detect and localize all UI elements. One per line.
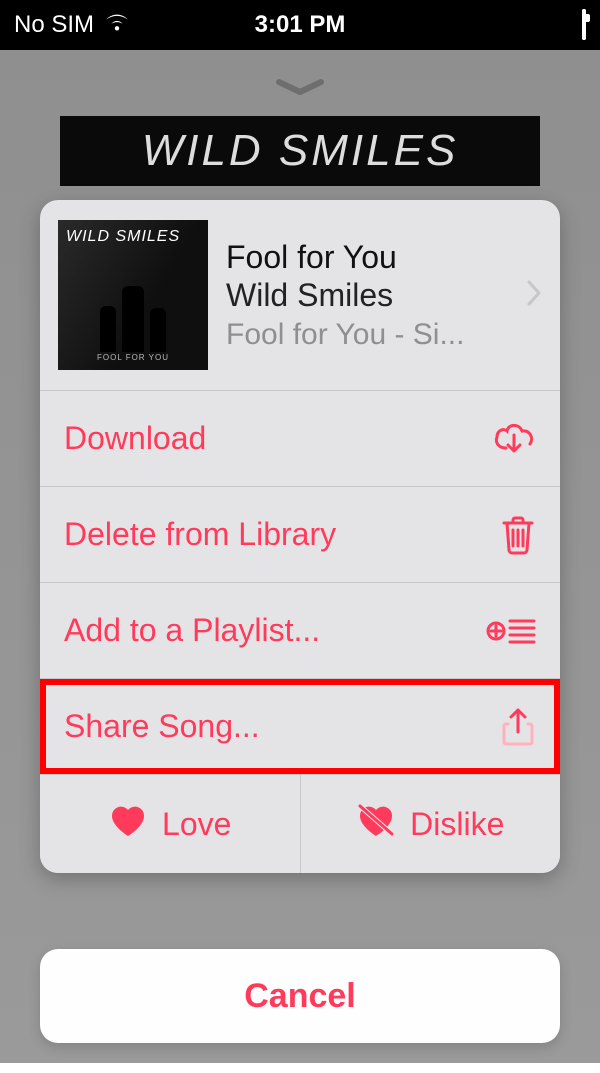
status-bar: No SIM 3:01 PM <box>0 0 600 50</box>
wifi-icon <box>104 11 130 39</box>
status-time: 3:01 PM <box>255 11 346 39</box>
sheet-grabber-icon[interactable] <box>275 78 325 96</box>
trash-icon <box>500 515 536 555</box>
share-label: Share Song... <box>64 708 260 745</box>
heart-icon <box>108 802 148 846</box>
phone-frame: No SIM 3:01 PM WILD SMILES WILD SMILES F… <box>0 0 600 1073</box>
download-label: Download <box>64 420 206 457</box>
album-art: WILD SMILES FOOL FOR YOU <box>58 220 208 370</box>
dislike-label: Dislike <box>410 806 504 843</box>
love-button[interactable]: Love <box>40 775 301 873</box>
song-album: Fool for You - Si... <box>226 318 508 352</box>
add-to-list-icon <box>486 613 536 649</box>
download-button[interactable]: Download <box>40 391 560 487</box>
add-to-playlist-button[interactable]: Add to a Playlist... <box>40 583 560 679</box>
song-artist: Wild Smiles <box>226 276 508 314</box>
delete-from-library-button[interactable]: Delete from Library <box>40 487 560 583</box>
cancel-button[interactable]: Cancel <box>40 949 560 1043</box>
dislike-button[interactable]: Dislike <box>301 775 561 873</box>
carrier-label: No SIM <box>14 11 94 39</box>
chevron-right-icon <box>526 279 542 312</box>
delete-label: Delete from Library <box>64 516 336 553</box>
song-title: Fool for You <box>226 238 508 276</box>
album-hero: WILD SMILES <box>60 116 540 186</box>
album-art-subtitle: FOOL FOR YOU <box>66 353 200 362</box>
add-playlist-label: Add to a Playlist... <box>64 612 320 649</box>
battery-icon <box>582 11 586 39</box>
share-icon <box>500 706 536 748</box>
love-label: Love <box>162 806 231 843</box>
album-art-graphic <box>58 282 208 352</box>
share-song-button[interactable]: Share Song... <box>40 679 560 775</box>
heart-slash-icon <box>356 802 396 846</box>
bottom-edge <box>0 1063 600 1073</box>
cancel-label: Cancel <box>244 977 356 1016</box>
action-sheet: WILD SMILES FOOL FOR YOU Fool for You Wi… <box>40 200 560 873</box>
album-art-title: WILD SMILES <box>66 228 200 246</box>
song-header[interactable]: WILD SMILES FOOL FOR YOU Fool for You Wi… <box>40 200 560 391</box>
cloud-download-icon <box>492 421 536 457</box>
